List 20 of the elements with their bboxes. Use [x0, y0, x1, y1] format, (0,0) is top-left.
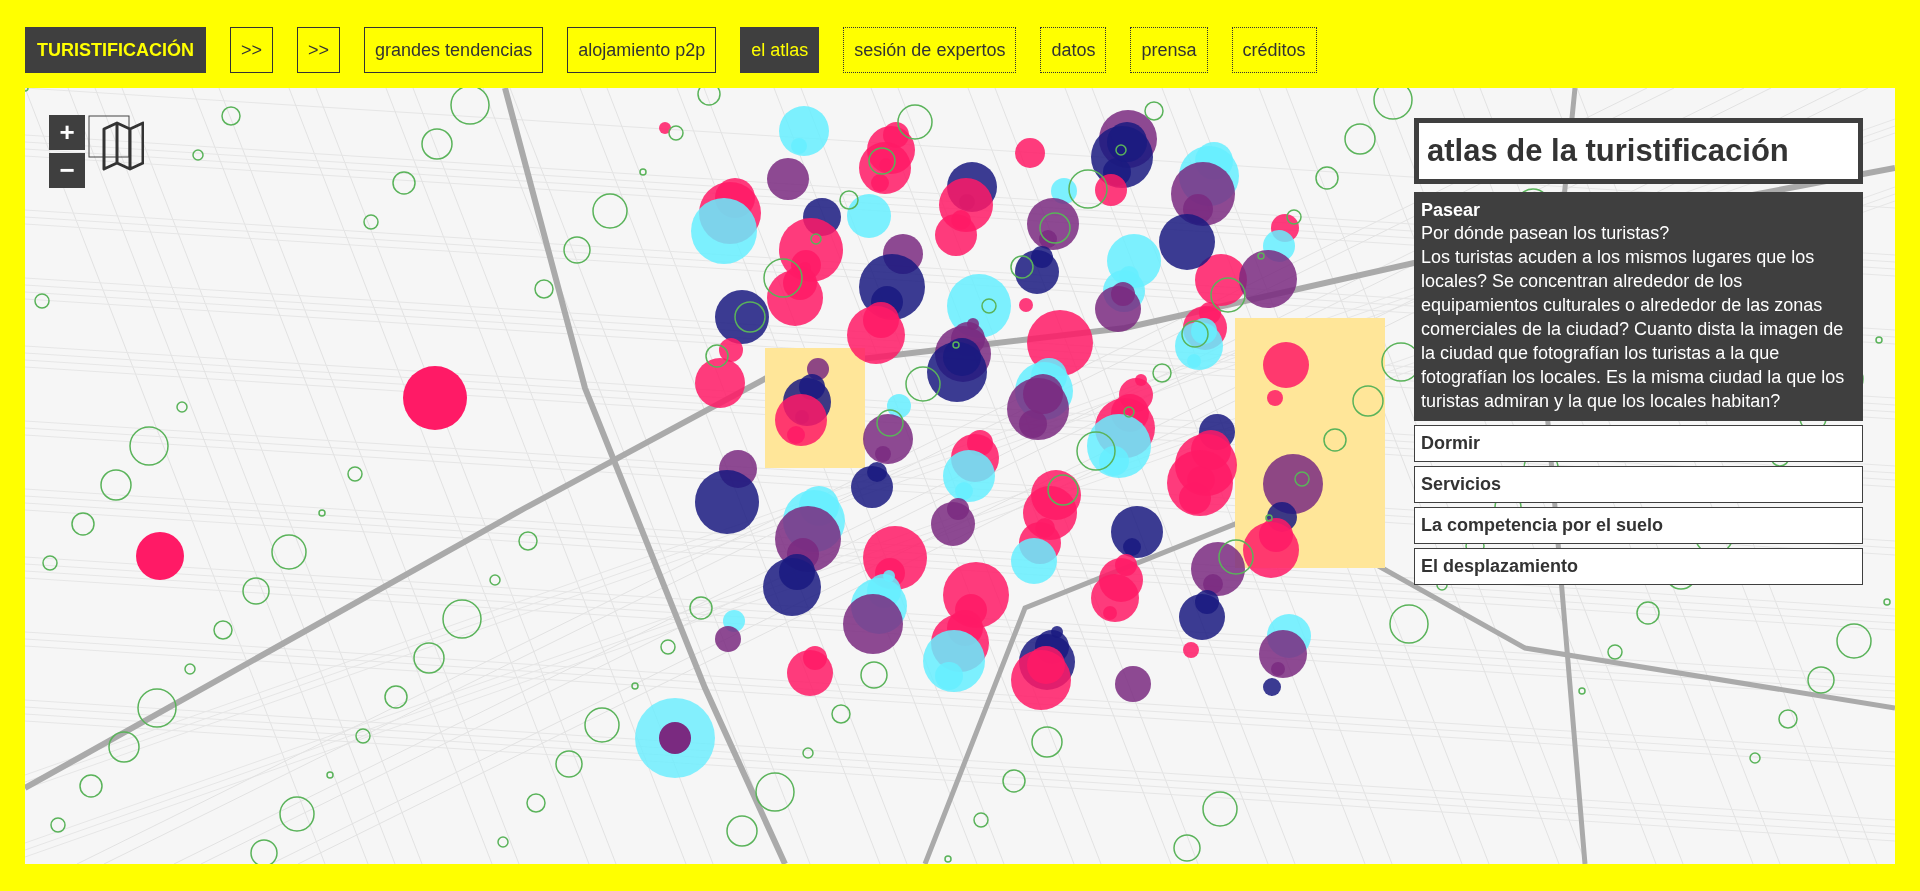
- panel-title: atlas de la turistificación: [1414, 118, 1863, 184]
- nav-tab[interactable]: el atlas: [740, 27, 820, 73]
- section-title: Pasear: [1421, 200, 1482, 221]
- section-item[interactable]: Servicios: [1414, 466, 1863, 503]
- nav-tab[interactable]: alojamiento p2p: [567, 27, 717, 73]
- section-item[interactable]: El desplazamiento: [1414, 548, 1863, 585]
- nav-tab[interactable]: sesión de expertos: [843, 27, 1017, 73]
- site-logo[interactable]: TURISTIFICACIÓN: [25, 27, 206, 73]
- section-item[interactable]: La competencia por el suelo: [1414, 507, 1863, 544]
- section-description: Los turistas acuden a los mismos lugares que los locales? Se concentran alrededor de los equipamientos culturales o alrededor de las zonas comerciales de la ciudad? Cuanto dista la imagen de la ciudad que fotografían los turistas a la que fotografían los locales. Es la misma ciudad la que los turistas admiran y la que los locales habitan?: [1421, 246, 1846, 413]
- nav-tab[interactable]: datos: [1040, 27, 1107, 73]
- zoom-in-button[interactable]: +: [49, 115, 85, 150]
- nav-tab[interactable]: grandes tendencias: [364, 27, 544, 73]
- nav-tab[interactable]: >>: [297, 27, 341, 73]
- section-subtitle: Por dónde pasean los turistas?: [1421, 222, 1671, 245]
- nav-tab[interactable]: >>: [230, 27, 274, 73]
- nav-tab[interactable]: créditos: [1231, 27, 1317, 73]
- zoom-out-button[interactable]: −: [49, 153, 85, 188]
- section-item[interactable]: Dormir: [1414, 425, 1863, 462]
- nav-tab[interactable]: prensa: [1130, 27, 1208, 73]
